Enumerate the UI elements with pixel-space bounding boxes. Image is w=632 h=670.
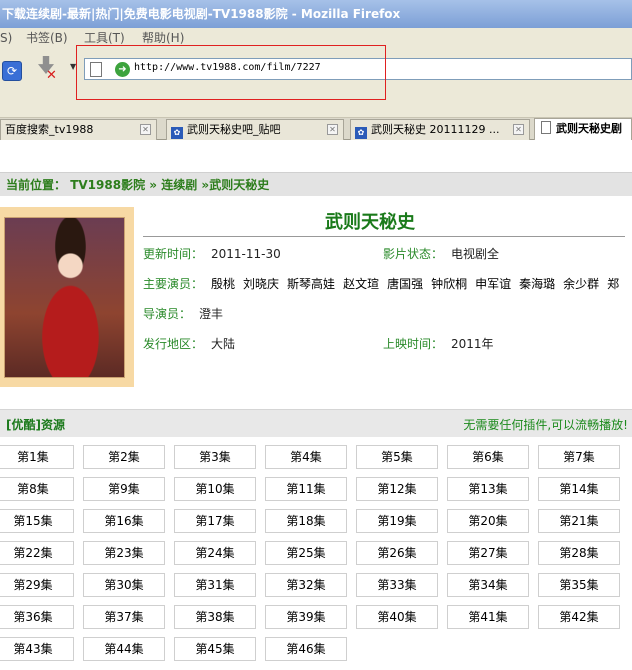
window-title: 下载连续剧-最新|热门|免费电影电视剧-TV1988影院 - Mozilla F… [0,0,632,28]
director-link[interactable]: 澄丰 [199,307,223,321]
episode-button[interactable]: 第42集 [538,605,620,629]
director: 导演员： 澄丰 [143,307,224,321]
resource-note: 无需要任何插件,可以流畅播放! [463,418,628,432]
tab-bar: 百度搜索_tv1988 ✕ ✿ 武则天秘史吧_贴吧 ✕ ✿ 武则天秘史 201111… [0,118,632,140]
episode-button[interactable]: 第21集 [538,509,620,533]
episode-button[interactable]: 第22集 [0,541,74,565]
film-poster [0,207,134,387]
close-icon[interactable]: ✕ [513,124,524,135]
breadcrumb-label: 当前位置： [6,178,67,192]
episode-button[interactable]: 第30集 [83,573,165,597]
actor-link[interactable]: 郑 [607,277,619,291]
poster-image[interactable] [4,217,125,378]
episode-button[interactable]: 第33集 [356,573,438,597]
episode-button[interactable]: 第17集 [174,509,256,533]
actor-link[interactable]: 钟欣桐 [431,277,467,291]
episode-button[interactable]: 第28集 [538,541,620,565]
episode-button[interactable]: 第15集 [0,509,74,533]
episode-button[interactable]: 第45集 [174,637,256,661]
region: 发行地区： 大陆 [143,337,236,351]
actor-link[interactable]: 申军谊 [475,277,511,291]
episode-button[interactable]: 第35集 [538,573,620,597]
episode-button[interactable]: 第10集 [174,477,256,501]
episode-button[interactable]: 第44集 [83,637,165,661]
episode-button[interactable]: 第8集 [0,477,74,501]
episode-button[interactable]: 第7集 [538,445,620,469]
menu-item-history[interactable]: S) [0,28,12,48]
breadcrumb-category-link[interactable]: 连续剧 [161,178,197,192]
episode-button[interactable]: 第31集 [174,573,256,597]
tab-label: 百度搜索_tv1988 [5,123,94,136]
episode-button[interactable]: 第20集 [447,509,529,533]
close-icon[interactable]: ✕ [327,124,338,135]
episode-button[interactable]: 第18集 [265,509,347,533]
paw-icon: ✿ [355,127,367,139]
actor-link[interactable]: 秦海璐 [519,277,555,291]
stop-icon: ✕ [46,68,57,83]
episode-button[interactable]: 第37集 [83,605,165,629]
episode-button[interactable]: 第27集 [447,541,529,565]
actor-list: 主要演员： 殷桃 刘晓庆 斯琴高娃 赵文瑄 唐国强 钟欣桐 申军谊 秦海璐 余少群郑 [143,277,620,291]
episode-button[interactable]: 第46集 [265,637,347,661]
document-icon [541,121,551,134]
episode-button[interactable]: 第26集 [356,541,438,565]
actor-link[interactable]: 余少群 [563,277,599,291]
breadcrumb: 当前位置： TV1988影院 » 连续剧 »武则天秘史 [0,172,632,196]
episode-button[interactable]: 第12集 [356,477,438,501]
paw-icon: ✿ [171,127,183,139]
episode-button[interactable]: 第2集 [83,445,165,469]
resource-header: [优酷]资源 无需要任何插件,可以流畅播放! [0,409,632,437]
episode-button[interactable]: 第5集 [356,445,438,469]
close-icon[interactable]: ✕ [140,124,151,135]
episode-button[interactable]: 第36集 [0,605,74,629]
actor-link[interactable]: 斯琴高娃 [287,277,335,291]
episode-button[interactable]: 第19集 [356,509,438,533]
episode-button[interactable]: 第4集 [265,445,347,469]
episode-button[interactable]: 第23集 [83,541,165,565]
episode-button[interactable]: 第32集 [265,573,347,597]
highlight-box [76,45,386,100]
episode-button[interactable]: 第39集 [265,605,347,629]
episode-button[interactable]: 第9集 [83,477,165,501]
menu-item-bookmarks[interactable]: 书签(B) [26,28,68,48]
episode-button[interactable]: 第13集 [447,477,529,501]
tab-current[interactable]: 武则天秘史剧 [534,118,632,140]
tab-tieba[interactable]: ✿ 武则天秘史吧_贴吧 ✕ [166,119,344,140]
resource-title: [优酷]资源 [6,418,65,432]
actor-link[interactable]: 唐国强 [387,277,423,291]
actor-link[interactable]: 赵文瑄 [343,277,379,291]
episode-button[interactable]: 第24集 [174,541,256,565]
film-status: 影片状态： 电视剧全 [383,247,500,261]
download-stop-button[interactable]: ✕ [34,56,60,84]
tab-label: 武则天秘史吧_贴吧 [187,123,281,136]
episode-button[interactable]: 第38集 [174,605,256,629]
update-time: 更新时间： 2011-11-30 [143,247,281,261]
episode-button[interactable]: 第34集 [447,573,529,597]
episode-button[interactable]: 第41集 [447,605,529,629]
episode-button[interactable]: 第40集 [356,605,438,629]
episode-button[interactable]: 第29集 [0,573,74,597]
tab-label: 武则天秘史剧 [556,122,622,135]
episode-button[interactable]: 第11集 [265,477,347,501]
refresh-icon[interactable]: ⟳ [2,61,22,81]
episode-button[interactable]: 第3集 [174,445,256,469]
breadcrumb-site-link[interactable]: TV1988影院 [70,178,145,192]
episode-button[interactable]: 第25集 [265,541,347,565]
release-date: 上映时间： 2011年 [383,337,494,351]
episode-button[interactable]: 第43集 [0,637,74,661]
breadcrumb-current: 武则天秘史 [209,178,270,192]
episode-button[interactable]: 第16集 [83,509,165,533]
film-title: 武则天秘史 [325,212,415,233]
page-content: 当前位置： TV1988影院 » 连续剧 »武则天秘史 武则天秘史 更新时间： 2… [0,141,632,670]
episode-button[interactable]: 第14集 [538,477,620,501]
episode-button[interactable]: 第6集 [447,445,529,469]
tab-label: 武则天秘史 20111129 ... [371,123,500,136]
breadcrumb-separator: » [149,178,158,192]
tab-baidu-search[interactable]: 百度搜索_tv1988 ✕ [0,119,157,140]
episode-button[interactable]: 第1集 [0,445,74,469]
divider [143,236,625,237]
actor-link[interactable]: 刘晓庆 [243,277,279,291]
actor-link[interactable]: 殷桃 [211,277,235,291]
tab-baidu-result[interactable]: ✿ 武则天秘史 20111129 ... ✕ [350,119,530,140]
